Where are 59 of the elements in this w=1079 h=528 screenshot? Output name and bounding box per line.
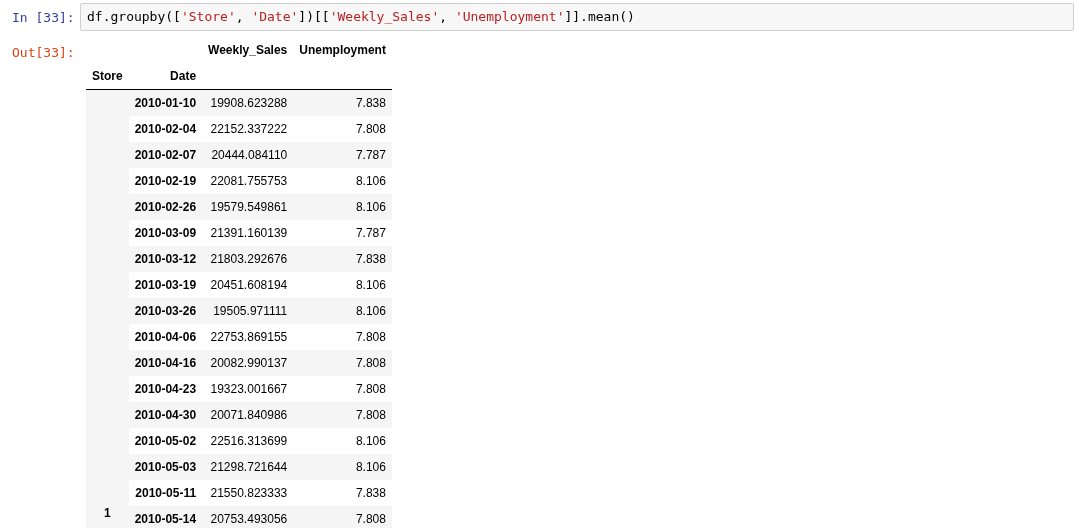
- index-header: Store: [86, 63, 129, 90]
- table-cell: 22152.337222: [202, 116, 294, 142]
- table-cell: 22753.869155: [202, 324, 294, 350]
- index-header: Date: [128, 63, 203, 90]
- date-index-cell: 2010-04-06: [128, 324, 203, 350]
- date-index-cell: 2010-01-10: [128, 89, 203, 116]
- column-header: Weekly_Sales: [207, 42, 289, 59]
- date-index-cell: 2010-02-04: [128, 116, 203, 142]
- store-index-cell: 1: [86, 89, 129, 528]
- table-cell: 20071.840986: [202, 402, 294, 428]
- table-cell: 7.787: [293, 142, 392, 168]
- date-index-cell: 2010-05-14: [128, 506, 203, 528]
- code-editor[interactable]: df.groupby(['Store', 'Date'])[['Weekly_Sales', 'Unemployment']].mean(): [80, 3, 1074, 31]
- date-index-cell: 2010-05-03: [128, 454, 203, 480]
- table-cell: 7.808: [293, 402, 392, 428]
- table-cell: 21298.721644: [202, 454, 294, 480]
- input-prompt: In [33]:: [11, 9, 76, 25]
- table-cell: 7.838: [293, 480, 392, 506]
- date-index-cell: 2010-04-16: [128, 350, 203, 376]
- table-cell: 20753.493056: [202, 506, 294, 528]
- date-index-cell: 2010-05-02: [128, 428, 203, 454]
- date-index-cell: 2010-03-26: [128, 298, 203, 324]
- table-cell: 7.808: [293, 324, 392, 350]
- table-cell: 19323.001667: [202, 376, 294, 402]
- table-cell: 19908.623288: [202, 89, 294, 116]
- table-cell: 7.838: [293, 246, 392, 272]
- table-cell: 8.106: [293, 168, 392, 194]
- table-cell: 22081.755753: [202, 168, 294, 194]
- table-cell: 8.106: [293, 194, 392, 220]
- date-index-cell: 2010-02-26: [128, 194, 203, 220]
- table-cell: 22516.313699: [202, 428, 294, 454]
- table-cell: 19505.971111: [202, 298, 294, 324]
- table-cell: 20082.990137: [202, 350, 294, 376]
- table-cell: 8.106: [293, 454, 392, 480]
- table-cell: 21550.823333: [202, 480, 294, 506]
- date-index-cell: 2010-02-07: [128, 142, 203, 168]
- table-cell: 8.106: [293, 298, 392, 324]
- date-index-cell: 2010-04-23: [128, 376, 203, 402]
- table-cell: 20451.608194: [202, 272, 294, 298]
- date-index-cell: 2010-03-12: [128, 246, 203, 272]
- column-header: Unemployment: [298, 42, 387, 59]
- date-index-cell: 2010-03-19: [128, 272, 203, 298]
- output-prompt: Out[33]:: [11, 44, 76, 60]
- date-index-cell: 2010-04-30: [128, 402, 203, 428]
- table-cell: 7.787: [293, 220, 392, 246]
- date-index-cell: 2010-03-09: [128, 220, 203, 246]
- date-index-cell: 2010-05-11: [128, 480, 203, 506]
- table-cell: 7.808: [293, 116, 392, 142]
- date-index-cell: 2010-02-19: [128, 168, 203, 194]
- table-cell: 7.808: [293, 376, 392, 402]
- table-cell: 7.808: [293, 350, 392, 376]
- table-cell: 8.106: [293, 428, 392, 454]
- table-cell: 7.838: [293, 89, 392, 116]
- table-cell: 21803.292676: [202, 246, 294, 272]
- table-cell: 21391.160139: [202, 220, 294, 246]
- table-cell: 7.808: [293, 506, 392, 528]
- table-cell: 20444.084110: [202, 142, 294, 168]
- table-cell: 8.106: [293, 272, 392, 298]
- table-cell: 19579.549861: [202, 194, 294, 220]
